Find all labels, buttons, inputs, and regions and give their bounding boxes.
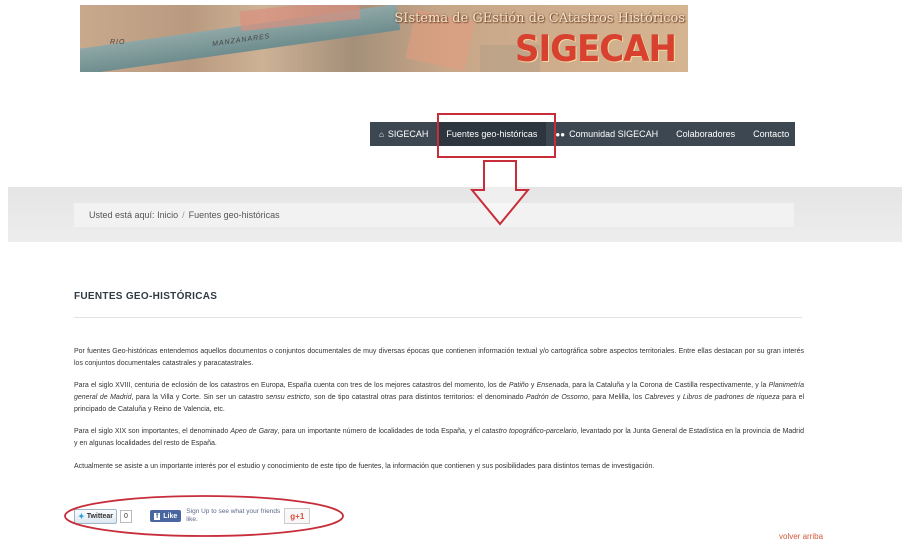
breadcrumb-home-link[interactable]: Inicio <box>157 210 178 220</box>
twitter-bird-icon: ✦ <box>78 511 85 521</box>
nav-item-sigecah[interactable]: ⌂ SIGECAH <box>370 122 437 146</box>
google-plus-button[interactable]: g+1 <box>284 508 311 524</box>
twitter-label: Twittear <box>86 512 114 520</box>
nav-item-label: Comunidad SIGECAH <box>569 129 659 139</box>
nav-item-fuentes[interactable]: Fuentes geo-históricas <box>437 122 547 146</box>
facebook-signup-text: Sign Up to see what your friends like. <box>186 508 281 523</box>
title-divider <box>74 317 802 318</box>
breadcrumb-separator: / <box>182 210 185 220</box>
facebook-icon: f <box>153 512 161 520</box>
home-icon: ⌂ <box>379 129 384 139</box>
banner-map-label: RIO <box>110 39 126 46</box>
nav-item-contacto[interactable]: Contacto <box>744 122 798 146</box>
main-nav: ⌂ SIGECAH Fuentes geo-históricas ●● Comu… <box>370 122 795 146</box>
paragraph-actualidad: Actualmente se asiste a un importante in… <box>74 463 655 470</box>
page-title: FUENTES GEO-HISTÓRICAS <box>74 291 218 302</box>
nav-item-label: Contacto <box>753 129 790 139</box>
paragraph-siglo-xix: Para el siglo XIX son importantes, el de… <box>74 428 804 447</box>
facebook-like-button[interactable]: f Like <box>149 510 182 522</box>
nav-item-comunidad[interactable]: ●● Comunidad SIGECAH <box>546 122 667 146</box>
paragraph-siglo-xviii: Para el siglo XVIII, centuria de eclosió… <box>74 382 805 413</box>
nav-item-label: SIGECAH <box>387 129 429 139</box>
breadcrumb-current: Fuentes geo-históricas <box>188 210 280 220</box>
site-banner[interactable]: RIO MANZANARES SIstema de GEstión de CAt… <box>80 5 688 72</box>
twitter-button[interactable]: ✦ Twittear <box>74 508 118 524</box>
back-to-top-link[interactable]: volver arriba <box>779 532 823 541</box>
nav-item-label: Fuentes geo-históricas <box>446 129 538 139</box>
facebook-like-label: Like <box>163 512 178 520</box>
social-share-bar: ✦ Twittear 0 f Like Sign Up to see what … <box>74 508 311 524</box>
site-logo[interactable]: SIGECAH <box>515 27 677 70</box>
down-arrow-annotation <box>470 160 530 226</box>
paragraph-intro: Por fuentes Geo-históricas entendemos aq… <box>74 348 804 367</box>
nav-item-label: Colaboradores <box>676 129 736 139</box>
banner-subtitle: SIstema de GEstión de CAtastros Históric… <box>394 11 685 26</box>
nav-item-colaboradores[interactable]: Colaboradores <box>667 122 744 146</box>
twitter-count: 0 <box>120 509 132 523</box>
breadcrumb: Usted está aquí: Inicio / Fuentes geo-hi… <box>74 203 794 227</box>
users-icon: ●● <box>555 129 566 139</box>
breadcrumb-prefix: Usted está aquí: <box>89 210 155 220</box>
